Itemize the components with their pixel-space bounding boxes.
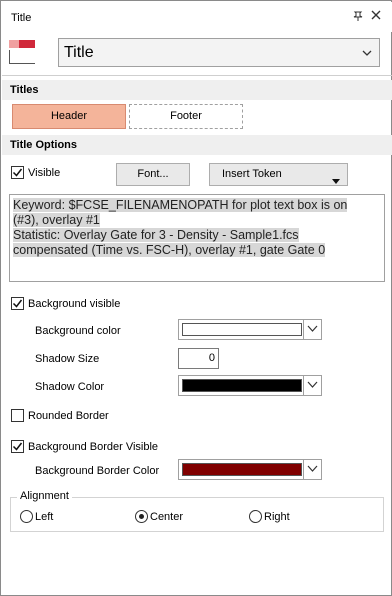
footer-tab-button[interactable]: Footer bbox=[129, 104, 243, 129]
background-color-picker[interactable] bbox=[178, 319, 322, 340]
background-color-label: Background color bbox=[35, 325, 121, 337]
visible-checkbox[interactable] bbox=[11, 166, 24, 179]
layout-item-select[interactable]: Title bbox=[58, 38, 380, 67]
background-visible-checkbox[interactable] bbox=[11, 297, 24, 310]
divider bbox=[2, 75, 392, 76]
shadow-color-label: Shadow Color bbox=[35, 381, 105, 393]
shadow-color-swatch bbox=[182, 379, 302, 392]
background-visible-label: Background visible bbox=[28, 298, 121, 310]
radio-selected-dot bbox=[139, 514, 144, 519]
border-visible-checkbox[interactable] bbox=[11, 440, 24, 453]
text-line: (#3), overlay #1 bbox=[13, 213, 100, 227]
close-icon[interactable] bbox=[370, 9, 383, 22]
alignment-group: Alignment Left Center Right bbox=[10, 490, 384, 532]
text-line: Keyword: $FCSE_FILENAMENOPATH for plot t… bbox=[13, 198, 348, 212]
font-button[interactable]: Font... bbox=[116, 163, 190, 186]
chevron-down-icon[interactable] bbox=[303, 376, 321, 395]
panel-title: Title bbox=[11, 12, 32, 24]
align-left-radio[interactable] bbox=[20, 510, 33, 523]
rounded-border-label: Rounded Border bbox=[28, 410, 109, 422]
background-color-swatch bbox=[182, 323, 302, 336]
align-center-label: Center bbox=[150, 511, 184, 523]
align-right-label: Right bbox=[264, 511, 290, 523]
text-line: compensated (Time vs. FSC-H), overlay #1… bbox=[13, 243, 326, 257]
layout-item-select-value: Title bbox=[64, 44, 94, 61]
text-line: Statistic: Overlay Gate for 3 - Density … bbox=[13, 228, 299, 242]
align-center-radio[interactable] bbox=[135, 510, 148, 523]
shadow-color-picker[interactable] bbox=[178, 375, 322, 396]
title-text-editor[interactable]: Keyword: $FCSE_FILENAMENOPATH for plot t… bbox=[9, 194, 385, 282]
visible-label: Visible bbox=[28, 167, 61, 179]
alignment-heading: Alignment bbox=[17, 490, 72, 502]
shadow-size-input[interactable]: 0 bbox=[178, 348, 219, 369]
border-color-picker[interactable] bbox=[178, 459, 322, 480]
align-right-radio[interactable] bbox=[249, 510, 262, 523]
title-layout-icon bbox=[8, 38, 38, 66]
pin-icon[interactable] bbox=[353, 11, 363, 21]
titles-section-header: Titles bbox=[2, 80, 392, 100]
titles-section-heading: Titles bbox=[10, 84, 39, 96]
border-color-swatch bbox=[182, 463, 302, 476]
title-options-section-header: Title Options bbox=[2, 135, 392, 155]
dropdown-arrow-icon bbox=[332, 172, 340, 193]
title-options-heading: Title Options bbox=[10, 139, 78, 151]
title-options-panel: Title Title Titles Header Footer Title O… bbox=[0, 0, 392, 596]
rounded-border-checkbox[interactable] bbox=[11, 409, 24, 422]
panel-titlebar: Title bbox=[2, 2, 392, 32]
insert-token-button[interactable]: Insert Token bbox=[209, 163, 348, 186]
shadow-size-label: Shadow Size bbox=[35, 353, 100, 365]
header-tab-button[interactable]: Header bbox=[12, 104, 126, 129]
chevron-down-icon bbox=[361, 47, 373, 59]
chevron-down-icon[interactable] bbox=[303, 320, 321, 339]
border-visible-label: Background Border Visible bbox=[28, 441, 159, 453]
chevron-down-icon[interactable] bbox=[303, 460, 321, 479]
border-color-label: Background Border Color bbox=[35, 465, 160, 477]
align-left-label: Left bbox=[35, 511, 54, 523]
insert-token-label: Insert Token bbox=[222, 168, 282, 180]
